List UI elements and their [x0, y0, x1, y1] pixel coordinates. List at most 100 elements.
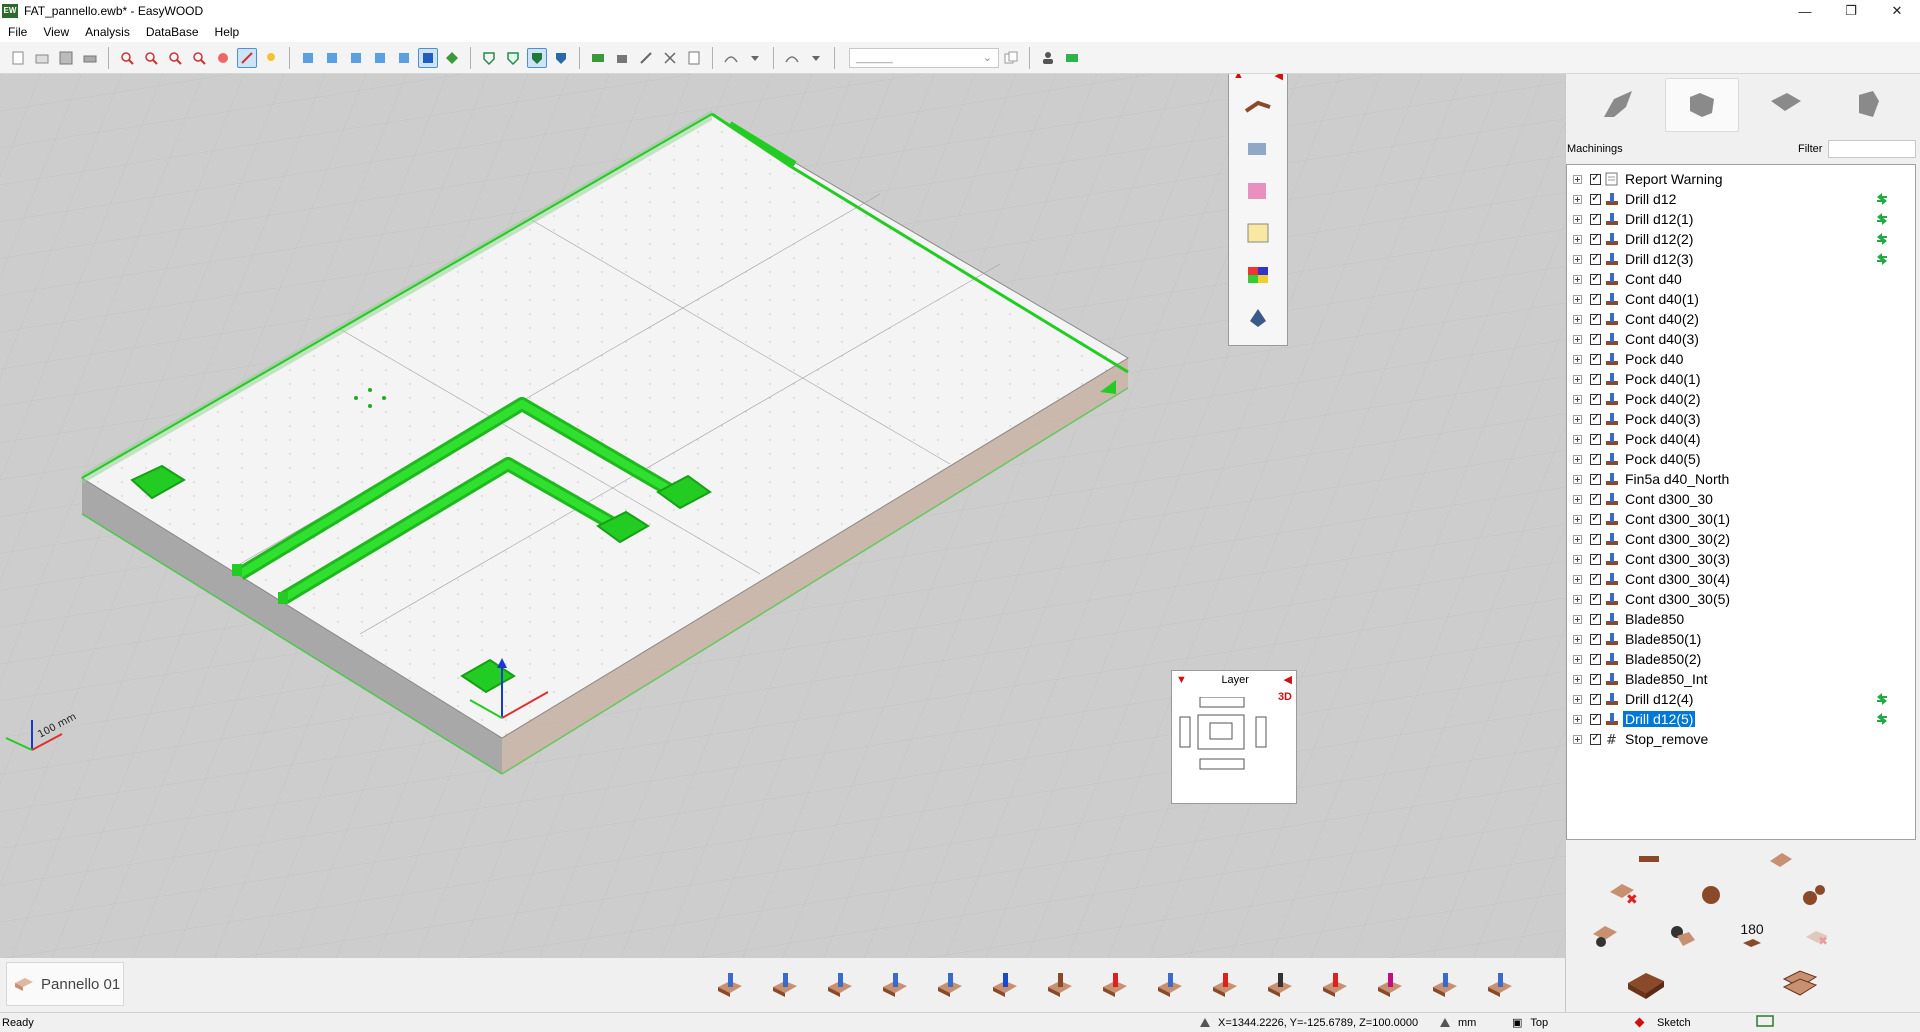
layer-select[interactable]: ______ ⌄ — [849, 47, 999, 68]
tree-row[interactable]: Cont d40(3) — [1567, 329, 1915, 349]
plane-tool-icon[interactable] — [1150, 966, 1190, 1004]
enabled-checkbox[interactable] — [1590, 211, 1601, 225]
enabled-checkbox[interactable] — [1590, 231, 1601, 245]
filter-input[interactable] — [1828, 140, 1916, 158]
refresh-icon[interactable] — [1696, 880, 1726, 910]
piece-settings-icon[interactable] — [1588, 920, 1624, 952]
arc-icon[interactable] — [721, 48, 741, 68]
tool-icon[interactable] — [636, 48, 656, 68]
horizontal-drill-tool-icon[interactable] — [765, 966, 805, 1004]
enabled-checkbox[interactable] — [1590, 671, 1601, 685]
expand-icon[interactable] — [1573, 454, 1582, 464]
tree-row[interactable]: Drill d12(4) — [1567, 689, 1915, 709]
tree-row[interactable]: Cont d300_30(4) — [1567, 569, 1915, 589]
custom-tool-icon[interactable] — [1480, 966, 1520, 1004]
arc-dropdown-icon[interactable] — [745, 48, 765, 68]
shade-wire-icon[interactable] — [479, 48, 499, 68]
view-rotate-icon[interactable] — [442, 48, 462, 68]
tree-row[interactable]: Pock d40(4) — [1567, 429, 1915, 449]
tree-row[interactable]: Pock d40 — [1567, 349, 1915, 369]
piece-tab-icon[interactable] — [1748, 78, 1822, 132]
copy-icon[interactable] — [1001, 48, 1021, 68]
minus-icon[interactable] — [1636, 850, 1662, 868]
zoom-out-icon[interactable] — [165, 48, 185, 68]
enabled-checkbox[interactable] — [1590, 691, 1601, 705]
enabled-checkbox[interactable] — [1590, 551, 1601, 565]
menu-file[interactable]: File — [0, 25, 35, 39]
clamp-tab-icon[interactable] — [1832, 78, 1906, 132]
expand-icon[interactable] — [1573, 254, 1582, 264]
expand-icon[interactable] — [1573, 414, 1582, 424]
enabled-checkbox[interactable] — [1590, 571, 1601, 585]
enabled-checkbox[interactable] — [1590, 491, 1601, 505]
expand-icon[interactable] — [1573, 594, 1582, 604]
view-iso3-icon[interactable] — [346, 48, 366, 68]
macro-tool-icon[interactable] — [1260, 966, 1300, 1004]
enabled-checkbox[interactable] — [1590, 351, 1601, 365]
router-tool-icon[interactable] — [820, 966, 860, 1004]
enabled-checkbox[interactable] — [1590, 171, 1601, 185]
expand-icon[interactable] — [1573, 274, 1582, 284]
piece-tool-icon[interactable] — [1664, 920, 1700, 952]
enabled-checkbox[interactable] — [1590, 531, 1601, 545]
view-iso4-icon[interactable] — [370, 48, 390, 68]
light-icon[interactable] — [261, 48, 281, 68]
shade-color-icon[interactable] — [551, 48, 571, 68]
pan-icon[interactable] — [213, 48, 233, 68]
m-tool-icon[interactable] — [1370, 966, 1410, 1004]
enabled-checkbox[interactable] — [1590, 331, 1601, 345]
expand-icon[interactable] — [1573, 434, 1582, 444]
corner-piece-icon[interactable] — [1622, 962, 1670, 1006]
expand-icon[interactable] — [1573, 674, 1582, 684]
expand-icon[interactable] — [1573, 614, 1582, 624]
view-3d-icon[interactable] — [418, 47, 438, 68]
shape-dropdown-icon[interactable] — [806, 48, 826, 68]
enabled-checkbox[interactable] — [1590, 411, 1601, 425]
expand-icon[interactable] — [1573, 334, 1582, 344]
zoom-window-icon[interactable] — [117, 48, 137, 68]
vertical-drill-tool-icon[interactable] — [710, 966, 750, 1004]
expand-icon[interactable] — [1573, 474, 1582, 484]
shade-edge-icon[interactable] — [503, 48, 523, 68]
rotate-180-icon[interactable]: 180 — [1732, 918, 1772, 952]
expand-icon[interactable] — [1573, 574, 1582, 584]
tree-row[interactable]: Cont d40(1) — [1567, 289, 1915, 309]
delete-piece-icon[interactable]: ✖ — [1606, 878, 1642, 908]
enabled-checkbox[interactable] — [1590, 291, 1601, 305]
zoom-all-icon[interactable] — [189, 48, 209, 68]
status-mode[interactable]: Sketch — [1657, 1017, 1691, 1029]
status-view[interactable]: Top — [1530, 1017, 1548, 1029]
tree-row[interactable]: Fin5a d40_North — [1567, 469, 1915, 489]
part-tab-icon[interactable] — [1664, 78, 1739, 132]
tree-row[interactable]: Cont d40(2) — [1567, 309, 1915, 329]
expand-icon[interactable] — [1573, 694, 1582, 704]
tree-row[interactable]: Blade850(1) — [1567, 629, 1915, 649]
enabled-checkbox[interactable] — [1590, 591, 1601, 605]
edit-piece-icon[interactable] — [1766, 846, 1796, 872]
layer-mode-3d[interactable]: 3D — [1278, 691, 1292, 703]
shade-solid-icon[interactable] — [527, 47, 547, 68]
tree-row[interactable]: Pock d40(3) — [1567, 409, 1915, 429]
tree-row[interactable]: Pock d40(1) — [1567, 369, 1915, 389]
tree-row[interactable]: Drill d12 — [1567, 189, 1915, 209]
tree-row[interactable]: Blade850 — [1567, 609, 1915, 629]
status-units[interactable]: mm — [1458, 1017, 1476, 1029]
notes-icon[interactable] — [1233, 214, 1283, 252]
expand-icon[interactable] — [1573, 554, 1582, 564]
rect-icon[interactable] — [588, 48, 608, 68]
tree-row[interactable]: Pock d40(2) — [1567, 389, 1915, 409]
enabled-checkbox[interactable] — [1590, 451, 1601, 465]
machine-tab-icon[interactable] — [1581, 78, 1655, 132]
save-icon[interactable] — [56, 48, 76, 68]
chamfer-tool-icon[interactable] — [1205, 966, 1245, 1004]
layer-collapse-icon[interactable]: ◀ — [1284, 673, 1292, 686]
close-icon[interactable]: ✕ — [1874, 0, 1920, 22]
tree-row[interactable]: Cont d300_30 — [1567, 489, 1915, 509]
layer-faces-diagram[interactable] — [1176, 697, 1276, 787]
blade-tool-icon[interactable] — [1040, 966, 1080, 1004]
menu-help[interactable]: Help — [207, 25, 248, 39]
menu-database[interactable]: DataBase — [138, 25, 207, 39]
cross-icon[interactable] — [660, 48, 680, 68]
eject-icon[interactable]: ▲ — [1233, 74, 1244, 82]
tree-row[interactable]: Blade850(2) — [1567, 649, 1915, 669]
